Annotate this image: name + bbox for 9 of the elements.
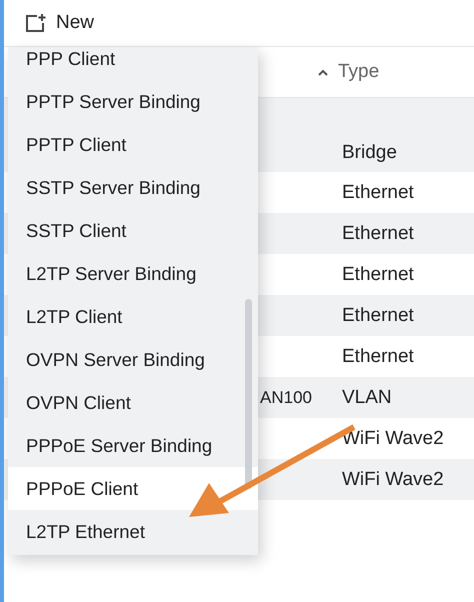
- table-cell: Ethernet: [342, 222, 414, 244]
- table-cell: VLAN: [342, 386, 392, 408]
- table-cell: AN100: [260, 388, 312, 408]
- table-cell: Ethernet: [342, 304, 414, 326]
- table-cell: Ethernet: [342, 264, 414, 286]
- table-cell: Bridge: [342, 142, 397, 164]
- table-cell: WiFi Wave2: [342, 468, 444, 490]
- table-cell: Ethernet: [342, 346, 414, 368]
- table-cell: Ethernet: [342, 182, 414, 204]
